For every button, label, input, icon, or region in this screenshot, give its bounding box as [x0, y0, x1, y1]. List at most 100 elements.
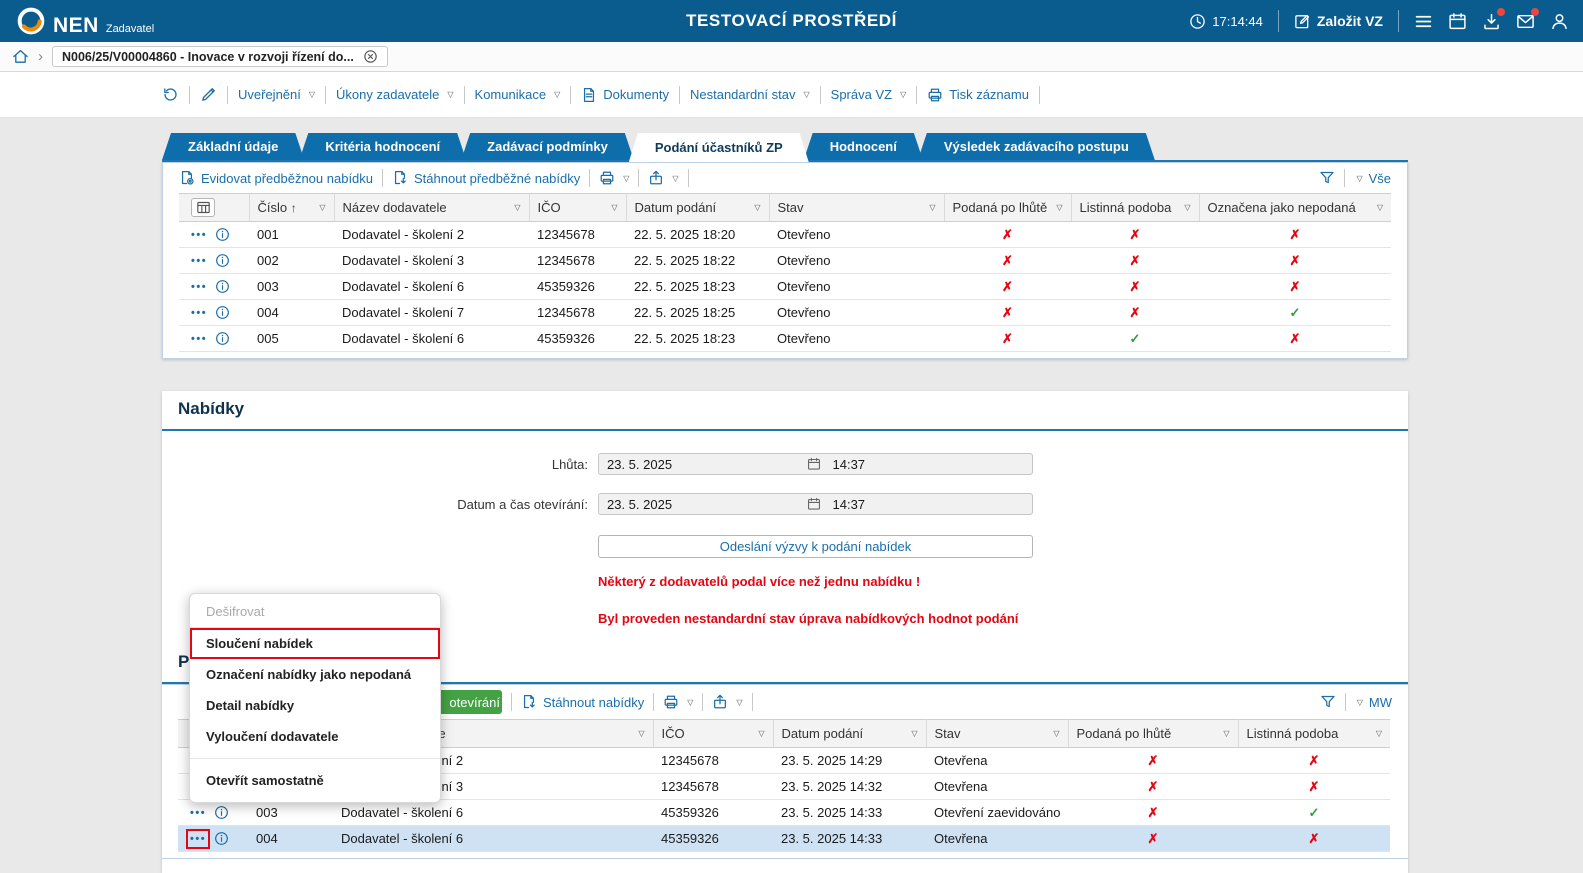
info-icon[interactable] [215, 253, 230, 268]
tab-podani-ucastniku-zp[interactable]: Podání účastníků ZP [629, 133, 809, 162]
tab-zadavaci-podminky[interactable]: Zadávací podmínky [461, 133, 634, 160]
info-icon[interactable] [215, 305, 230, 320]
stahnout-predbezne-nabidky-button[interactable]: Stáhnout předběžné nabídky [392, 170, 580, 186]
main-menu-button[interactable] [1414, 12, 1433, 31]
filter-dropdown-icon[interactable]: ▽ [611, 203, 617, 212]
calendar-button[interactable] [1448, 12, 1467, 31]
column-header-stav[interactable]: Stav▽ [769, 194, 944, 222]
evidovat-predbeznou-nabidku-button[interactable]: Evidovat předběžnou nabídku [179, 170, 373, 186]
tab-zakladni-udaje[interactable]: Základní údaje [162, 133, 304, 160]
filter-dropdown-icon[interactable]: ▽ [1184, 203, 1190, 212]
downloads-button[interactable] [1482, 12, 1501, 31]
info-icon[interactable] [215, 279, 230, 294]
tab-hodnoceni[interactable]: Hodnocení [804, 133, 923, 160]
create-vz-button[interactable]: Založit VZ [1294, 13, 1383, 30]
filter-dropdown-icon[interactable]: ▽ [638, 729, 644, 738]
filter-dropdown-icon[interactable]: ▽ [1223, 729, 1229, 738]
row-menu-icon[interactable]: ••• [190, 833, 206, 845]
filter-button[interactable] [1320, 694, 1336, 710]
print-record-button[interactable]: Tisk záznamu [927, 87, 1029, 103]
row-menu-icon[interactable]: ••• [191, 281, 207, 293]
row-menu-icon[interactable]: ••• [191, 229, 207, 241]
calendar-icon[interactable] [807, 497, 821, 511]
column-header-listinna[interactable]: Listinná podoba▽ [1071, 194, 1199, 222]
filter-dropdown-icon[interactable]: ▽ [319, 203, 325, 212]
filter-dropdown-icon[interactable]: ▽ [754, 203, 760, 212]
row-menu-icon[interactable]: ••• [191, 307, 207, 319]
tab-kriteria-hodnoceni[interactable]: Kritéria hodnocení [299, 133, 466, 160]
stahnout-nabidky-button[interactable]: Stáhnout nabídky [521, 694, 644, 710]
row-menu-icon[interactable]: ••• [191, 333, 207, 345]
edit-button[interactable] [200, 86, 217, 103]
menu-item-vylouceni-dodavatele[interactable]: Vyloučení dodavatele [190, 721, 440, 752]
menu-item-oznaceni-nepodana[interactable]: Označení nabídky jako nepodaná [190, 659, 440, 690]
filter-preset-vse[interactable]: ▽ Vše [1354, 171, 1391, 186]
menu-item-detail-nabidky[interactable]: Detail nabídky [190, 690, 440, 721]
column-header-nepodana[interactable]: Označena jako nepodaná▽ [1199, 194, 1391, 222]
calendar-icon[interactable] [807, 457, 821, 471]
lhuta-date-value[interactable]: 23. 5. 2025 [599, 457, 807, 472]
filter-dropdown-icon[interactable]: ▽ [1377, 203, 1383, 212]
row-menu-icon[interactable]: ••• [190, 807, 206, 819]
oteviranie-datetime-field[interactable]: 23. 5. 2025 14:37 [598, 493, 1033, 515]
lhuta-datetime-field[interactable]: 23. 5. 2025 14:37 [598, 453, 1033, 475]
row-menu-icon[interactable]: ••• [191, 255, 207, 267]
filter-dropdown-icon[interactable]: ▽ [1376, 729, 1382, 738]
info-icon[interactable] [214, 831, 229, 846]
column-settings-icon[interactable] [191, 198, 215, 217]
column-settings-header[interactable] [179, 194, 249, 222]
column-header-stav[interactable]: Stav▽ [926, 720, 1068, 748]
oteviranie-time-value[interactable]: 14:37 [821, 497, 1033, 512]
oteviranie-date-value[interactable]: 23. 5. 2025 [599, 497, 807, 512]
table-row[interactable]: ••• 004 Dodavatel - školení 7 12345678 2… [179, 300, 1391, 326]
filter-dropdown-icon[interactable]: ▽ [911, 729, 917, 738]
table-row[interactable]: ••• 005 Dodavatel - školení 6 45359326 2… [179, 326, 1391, 352]
column-header-nazev[interactable]: Název dodavatele▽ [334, 194, 529, 222]
menu-sprava-vz[interactable]: Správa VZ ▽ [831, 87, 907, 102]
column-header-ico[interactable]: IČO▽ [653, 720, 773, 748]
info-icon[interactable] [215, 227, 230, 242]
menu-komunikace[interactable]: Komunikace ▽ [475, 87, 561, 102]
menu-uverejneni[interactable]: Uveřejnění ▽ [238, 87, 315, 102]
filter-dropdown-icon[interactable]: ▽ [514, 203, 520, 212]
tab-vysledek-zadavaciho-postupu[interactable]: Výsledek zadávacího postupu [918, 133, 1155, 160]
table-row-selected[interactable]: ••• 004 Dodavatel - školení 6 45359326 2… [178, 826, 1390, 852]
filter-dropdown-icon[interactable]: ▽ [1056, 203, 1062, 212]
profile-button[interactable] [1550, 12, 1569, 31]
menu-ukony-zadavatele[interactable]: Úkony zadavatele ▽ [336, 87, 454, 102]
table-row[interactable]: ••• 003 Dodavatel - školení 6 45359326 2… [179, 274, 1391, 300]
messages-button[interactable] [1516, 12, 1535, 31]
history-button[interactable] [162, 86, 179, 103]
menu-item-slouceni-nabidek[interactable]: Sloučení nabídek [190, 628, 440, 659]
info-icon[interactable] [215, 331, 230, 346]
print-button[interactable]: ▽ [599, 170, 629, 186]
export-button[interactable]: ▽ [648, 170, 678, 186]
menu-dokumenty[interactable]: Dokumenty [581, 87, 669, 103]
table-row[interactable]: ••• 001 Dodavatel - školení 2 12345678 2… [179, 222, 1391, 248]
filter-dropdown-icon[interactable]: ▽ [758, 729, 764, 738]
breadcrumb[interactable]: N006/25/V00004860 - Inovace v rozvoji ří… [52, 46, 388, 67]
filter-dropdown-icon[interactable]: ▽ [929, 203, 935, 212]
column-header-datum[interactable]: Datum podání▽ [626, 194, 769, 222]
filter-button[interactable] [1319, 170, 1335, 186]
column-header-ico[interactable]: IČO▽ [529, 194, 626, 222]
table-row[interactable]: ••• 003 Dodavatel - školení 6 45359326 2… [178, 800, 1390, 826]
filter-preset-mw[interactable]: ▽ MW [1355, 695, 1392, 710]
menu-nestandardni-stav[interactable]: Nestandardní stav ▽ [690, 87, 810, 102]
menu-item-otevrit-samostatne[interactable]: Otevřít samostatně [190, 765, 440, 796]
column-header-datum[interactable]: Datum podání▽ [773, 720, 926, 748]
odeslat-vyzvu-button[interactable]: Odeslání výzvy k podání nabídek [598, 535, 1033, 558]
home-button[interactable] [12, 48, 29, 65]
export-button[interactable]: ▽ [712, 694, 742, 710]
table-row[interactable]: ••• 002 Dodavatel - školení 3 12345678 2… [179, 248, 1391, 274]
column-header-cislo[interactable]: Číslo ↑▽ [249, 194, 334, 222]
column-header-listinna[interactable]: Listinná podoba▽ [1238, 720, 1390, 748]
nen-logo[interactable]: NEN Zadavatel [16, 6, 154, 36]
lhuta-time-value[interactable]: 14:37 [821, 457, 1033, 472]
close-icon[interactable] [363, 49, 378, 64]
filter-dropdown-icon[interactable]: ▽ [1053, 729, 1059, 738]
column-header-po-lhute[interactable]: Podaná po lhůtě▽ [1068, 720, 1238, 748]
info-icon[interactable] [214, 805, 229, 820]
column-header-po-lhute[interactable]: Podaná po lhůtě▽ [944, 194, 1071, 222]
print-button[interactable]: ▽ [663, 694, 693, 710]
